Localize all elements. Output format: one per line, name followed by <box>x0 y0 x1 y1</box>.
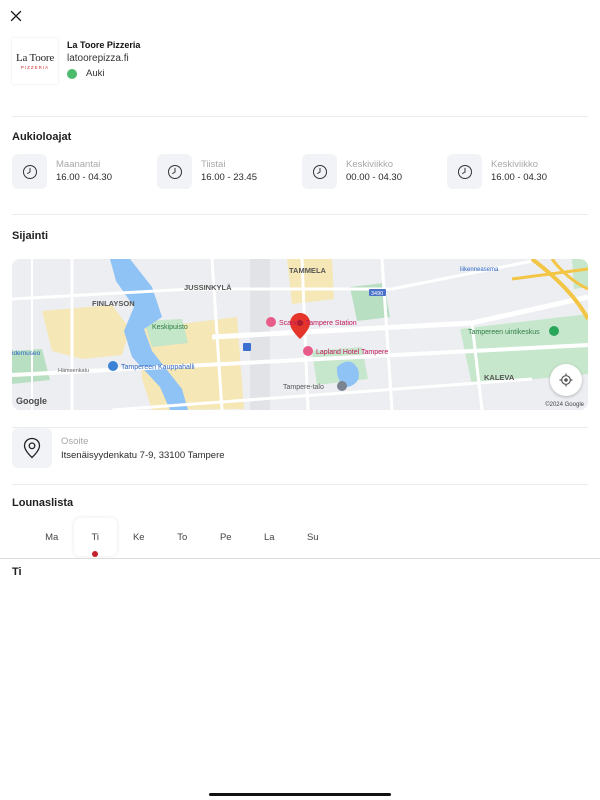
clock-icon <box>12 154 47 189</box>
map-copyright: ©2024 Google <box>545 402 584 408</box>
hours-time: 00.00 - 04.30 <box>346 172 402 183</box>
map-graphic: TAMMELA JUSSINKYLÄ FINLAYSON Keskipuisto… <box>12 259 588 410</box>
map-label-tamperetalo: Tampere-talo <box>283 384 324 391</box>
status-label: Auki <box>86 68 105 79</box>
map-label-keskipuisto: Keskipuisto <box>152 324 188 331</box>
tabs-divider <box>0 558 600 559</box>
hours-time: 16.00 - 23.45 <box>201 172 257 183</box>
map-label-finlayson: FINLAYSON <box>92 299 135 308</box>
close-button[interactable] <box>6 6 26 26</box>
restaurant-website-link[interactable]: latoorepizza.fi <box>67 52 140 65</box>
hours-item: Maanantai 16.00 - 04.30 <box>12 154 157 189</box>
home-indicator[interactable] <box>209 793 391 796</box>
restaurant-name: La Toore Pizzeria <box>67 40 141 50</box>
status-dot <box>67 68 77 79</box>
clock-icon <box>302 154 337 189</box>
map-road-number: 3490 <box>371 291 383 297</box>
crosshair-icon <box>559 373 573 387</box>
selected-day-heading: Ti <box>12 566 22 578</box>
opening-hours-list: Maanantai 16.00 - 04.30 Tiistai 16.00 - … <box>12 154 592 189</box>
tab-to[interactable]: To <box>161 518 205 556</box>
location-map[interactable]: TAMMELA JUSSINKYLÄ FINLAYSON Keskipuisto… <box>12 259 588 410</box>
hours-day: Maanantai <box>56 159 101 170</box>
address-label: Osoite <box>61 435 89 447</box>
tab-ti[interactable]: Ti <box>73 518 117 557</box>
day-tabs: Ma Ti Ke To Pe La Su <box>30 518 335 557</box>
map-label-scandic: Scandic Tampere Station <box>279 320 357 327</box>
map-label-hameenkatu: Hämeenkatu <box>58 368 89 374</box>
logo-subtext: PIZZERIA <box>20 64 50 70</box>
hours-day: Keskiviikko <box>346 159 393 170</box>
divider <box>12 484 588 485</box>
open-status: Auki <box>67 68 140 79</box>
tab-ke[interactable]: Ke <box>117 518 161 556</box>
map-label-lapland: Lapland Hotel Tampere <box>316 349 388 356</box>
restaurant-logo: La Toore PIZZERIA <box>12 38 58 84</box>
close-icon <box>10 10 22 22</box>
hours-item: Keskiviikko 00.00 - 04.30 <box>302 154 447 189</box>
hours-item: Keskiviikko 16.00 - 04.30 <box>447 154 592 189</box>
divider <box>12 214 588 215</box>
tab-ma[interactable]: Ma <box>30 518 74 556</box>
clock-icon <box>157 154 192 189</box>
tab-la[interactable]: La <box>248 518 292 556</box>
tab-label: Ti <box>91 531 100 543</box>
my-location-button[interactable] <box>550 364 582 396</box>
hours-item: Tiistai 16.00 - 23.45 <box>157 154 302 189</box>
divider <box>12 116 588 117</box>
restaurant-header: La Toore PIZZERIA La Toore Pizzeria lato… <box>12 38 140 84</box>
address-block: Osoite Itsenäisyydenkatu 7-9, 33100 Tamp… <box>12 428 225 468</box>
map-label-jussinkyla: JUSSINKYLÄ <box>184 283 232 292</box>
location-pin-icon <box>12 428 52 468</box>
map-label-kaleva: KALEVA <box>484 373 515 382</box>
hours-time: 16.00 - 04.30 <box>56 172 112 183</box>
map-label-liikenne: liikenneasema <box>460 267 499 273</box>
tab-su[interactable]: Su <box>291 518 335 556</box>
map-label-uintikeskus: Tampereen uintikeskus <box>468 329 540 336</box>
hours-day: Tiistai <box>201 159 226 170</box>
logo-text: La Toore <box>15 51 55 64</box>
google-logo: Google <box>16 396 47 406</box>
map-label-museo: idemuseo <box>12 350 41 357</box>
address-value: Itsenäisyydenkatu 7-9, 33100 Tampere <box>61 449 225 461</box>
lunch-list-title: Lounaslista <box>12 497 74 509</box>
map-label-tammela: TAMMELA <box>289 266 327 275</box>
active-tab-indicator <box>92 551 99 557</box>
location-title: Sijainti <box>12 230 49 242</box>
map-label-kauppahalli: Tampereen Kauppahalli <box>121 364 195 371</box>
clock-icon <box>447 154 482 189</box>
opening-hours-title: Aukioloajat <box>12 131 72 143</box>
hours-time: 16.00 - 04.30 <box>491 172 547 183</box>
hours-day: Keskiviikko <box>491 159 538 170</box>
tab-pe[interactable]: Pe <box>204 518 248 556</box>
